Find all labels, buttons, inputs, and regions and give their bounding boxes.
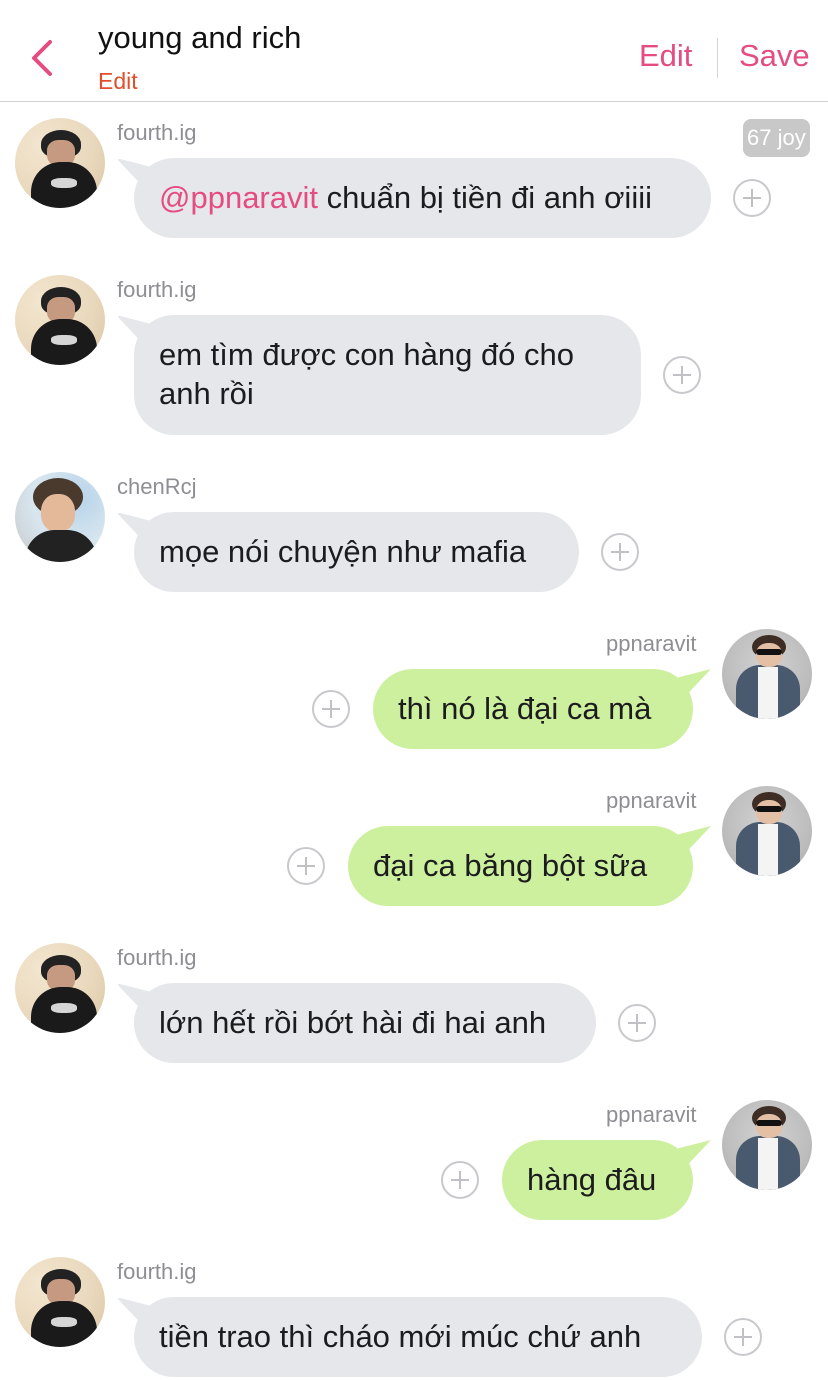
add-reaction-button[interactable] (312, 690, 350, 728)
chat-header: young and rich Edit Edit Save (0, 0, 828, 102)
sender-name: ppnaravit (606, 631, 697, 656)
avatar[interactable] (15, 943, 105, 1033)
avatar[interactable] (722, 1100, 812, 1190)
message-bubble[interactable]: tiền trao thì cháo mới múc chứ anh (134, 1297, 702, 1377)
message-bubble[interactable]: @ppnaravit chuẩn bị tiền đi anh ơiiii (134, 158, 711, 238)
avatar[interactable] (15, 118, 105, 208)
message-bubble[interactable]: em tìm được con hàng đó cho anh rồi (134, 315, 641, 435)
joy-badge: 67 joy (743, 119, 810, 157)
avatar[interactable] (15, 275, 105, 365)
avatar[interactable] (15, 1257, 105, 1347)
add-reaction-button[interactable] (724, 1318, 762, 1356)
add-reaction-button[interactable] (618, 1004, 656, 1042)
add-reaction-button[interactable] (601, 533, 639, 571)
add-reaction-button[interactable] (441, 1161, 479, 1199)
avatar[interactable] (722, 786, 812, 876)
message-bubble[interactable]: lớn hết rồi bớt hài đi hai anh (134, 983, 596, 1063)
add-reaction-button[interactable] (663, 356, 701, 394)
avatar[interactable] (722, 629, 812, 719)
avatar[interactable] (15, 472, 105, 562)
save-button[interactable]: Save (739, 38, 810, 74)
add-reaction-button[interactable] (287, 847, 325, 885)
sender-name: ppnaravit (606, 788, 697, 813)
message-bubble[interactable]: thì nó là đại ca mà (373, 669, 693, 749)
message-text: hàng đâu (527, 1162, 657, 1197)
message-bubble[interactable]: hàng đâu (502, 1140, 693, 1220)
message-bubble[interactable]: mọe nói chuyện như mafia (134, 512, 579, 592)
back-button[interactable] (24, 36, 64, 80)
message-bubble[interactable]: đại ca băng bột sữa (348, 826, 693, 906)
message-text: chuẩn bị tiền đi anh ơiiii (318, 180, 652, 215)
add-reaction-button[interactable] (733, 179, 771, 217)
title-edit-link[interactable]: Edit (98, 68, 138, 95)
message-text: lớn hết rồi bớt hài đi hai anh (159, 1005, 547, 1040)
sender-name: fourth.ig (117, 120, 197, 145)
sender-name: ppnaravit (606, 1102, 697, 1127)
message-text: thì nó là đại ca mà (398, 691, 652, 726)
message-text: mọe nói chuyện như mafia (159, 534, 527, 569)
chat-screen: young and rich Edit Edit Save fourth.ig … (0, 0, 828, 1380)
sender-name: fourth.ig (117, 277, 197, 302)
message-text: đại ca băng bột sữa (373, 848, 648, 883)
edit-button[interactable]: Edit (639, 38, 692, 74)
sender-name: chenRcj (117, 474, 197, 499)
message-text: tiền trao thì cháo mới múc chứ anh (159, 1319, 642, 1354)
mention[interactable]: @ppnaravit (159, 180, 318, 215)
sender-name: fourth.ig (117, 945, 197, 970)
header-divider (717, 38, 718, 78)
sender-name: fourth.ig (117, 1259, 197, 1284)
message-text: em tìm được con hàng đó cho anh rồi (159, 337, 575, 411)
chat-title: young and rich (98, 20, 302, 55)
chevron-left-icon (32, 40, 52, 76)
